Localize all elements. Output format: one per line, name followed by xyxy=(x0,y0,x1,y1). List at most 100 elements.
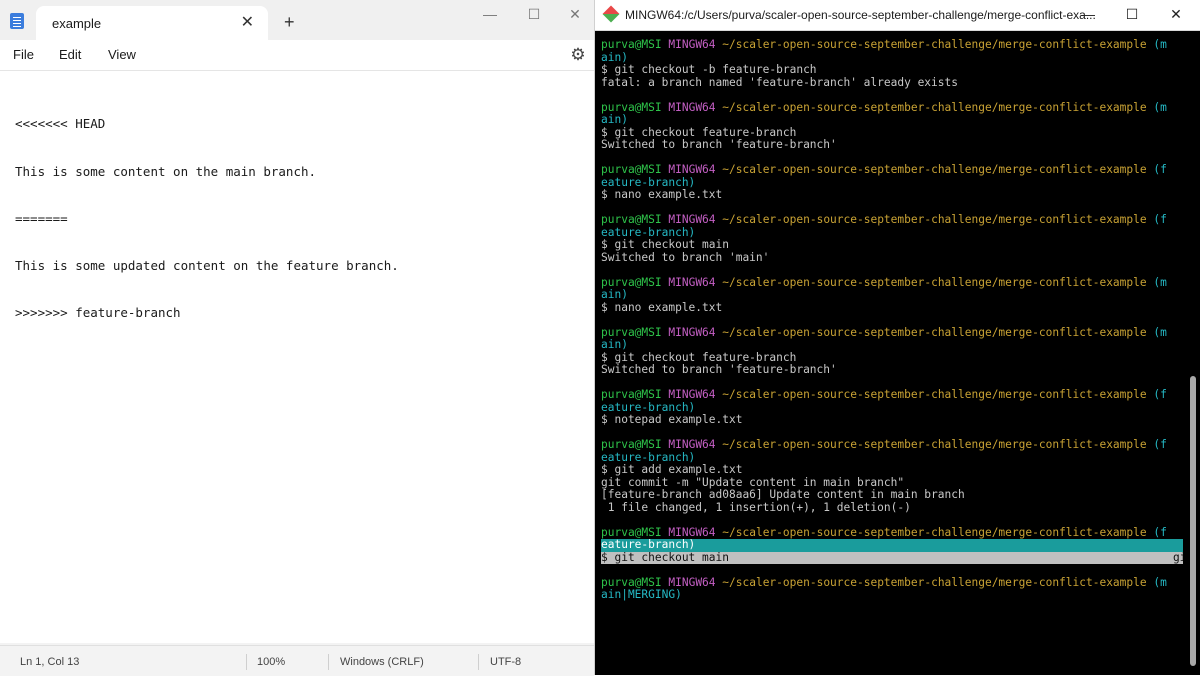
output-line: $ nano example.txt xyxy=(601,188,723,201)
prompt-path: ~/scaler-open-source-september-challenge… xyxy=(722,163,1147,176)
notepad-content[interactable]: <<<<<<< HEAD This is some content on the… xyxy=(15,85,399,352)
status-divider xyxy=(478,654,479,670)
prompt-env: MINGW64 xyxy=(668,388,716,401)
prompt-branch: eature-branch) xyxy=(601,450,696,464)
terminal-titlebar: MINGW64:/c/Users/purva/scaler-open-sourc… xyxy=(595,0,1200,31)
notepad-close-button[interactable]: ✕ xyxy=(558,6,592,26)
notepad-tab-title: example xyxy=(52,16,102,31)
prompt-user: purva@MSI xyxy=(601,38,662,51)
prompt-branch: ain) xyxy=(601,50,628,64)
prompt-path: ~/scaler-open-source-september-challenge… xyxy=(722,38,1147,51)
prompt-env: MINGW64 xyxy=(668,525,716,539)
prompt-branch: (m xyxy=(1153,275,1167,289)
notepad-maximize-button[interactable]: ☐ xyxy=(514,6,554,26)
output-line: $ git checkout main xyxy=(601,551,1173,564)
content-line: ======= xyxy=(15,210,68,226)
prompt-branch: (f xyxy=(1153,388,1167,401)
terminal-minimize-button[interactable]: — xyxy=(1071,6,1105,22)
prompt-branch-line: ain) xyxy=(601,338,1183,352)
prompt-branch: ain|MERGING) xyxy=(601,588,682,601)
notepad-editor[interactable]: <<<<<<< HEAD This is some content on the… xyxy=(0,71,594,643)
output-line: git merge feature-branch xyxy=(1173,551,1183,564)
notepad-menubar: File Edit View ⚙ xyxy=(0,40,594,71)
terminal-scrollbar[interactable] xyxy=(1183,31,1200,675)
output-line: $ nano example.txt xyxy=(601,300,723,314)
prompt-line: purva@MSI MINGW64 ~/scaler-open-source-s… xyxy=(601,100,1183,115)
prompt-path: ~/scaler-open-source-september-challenge… xyxy=(722,388,1147,401)
content-line: This is some updated content on the feat… xyxy=(15,257,399,273)
prompt-env: MINGW64 xyxy=(668,213,716,226)
content-line: <<<<<<< HEAD xyxy=(15,116,106,132)
close-tab-icon[interactable]: ✕ xyxy=(241,12,254,32)
terminal-window: MINGW64:/c/Users/purva/scaler-open-sourc… xyxy=(595,0,1200,675)
output-line: Switched to branch 'feature-branch' xyxy=(601,138,837,151)
prompt-branch: ain) xyxy=(601,338,628,351)
terminal-output[interactable]: purva@MSI MINGW64 ~/scaler-open-source-s… xyxy=(595,31,1183,675)
prompt-path: ~/scaler-open-source-september-challenge… xyxy=(722,275,1147,289)
prompt-env: MINGW64 xyxy=(668,275,716,289)
prompt-branch: (m xyxy=(1153,100,1167,114)
prompt-path: ~/scaler-open-source-september-challenge… xyxy=(722,213,1147,226)
terminal-text[interactable]: purva@MSI MINGW64 ~/scaler-open-source-s… xyxy=(601,38,1183,602)
prompt-branch: (f xyxy=(1153,213,1167,226)
notepad-minimize-button[interactable]: — xyxy=(470,6,510,26)
prompt-branch: ain) xyxy=(601,288,628,301)
prompt-path: ~/scaler-open-source-september-challenge… xyxy=(722,100,1147,114)
prompt-branch: eature-branch) xyxy=(601,225,696,239)
prompt-path: ~/scaler-open-source-september-challenge… xyxy=(722,325,1147,339)
output-line: $ git checkout main xyxy=(601,238,729,251)
prompt-line: purva@MSI MINGW64 ~/scaler-open-source-s… xyxy=(601,38,1183,52)
prompt-branch: ain) xyxy=(601,113,628,126)
output-line: Switched to branch 'feature-branch' xyxy=(601,363,837,376)
prompt-env: MINGW64 xyxy=(668,163,716,176)
prompt-user: purva@MSI xyxy=(601,575,662,589)
prompt-branch: (f xyxy=(1153,438,1167,451)
menu-view[interactable]: View xyxy=(108,47,136,62)
output-line: fatal: a branch named 'feature-branch' a… xyxy=(601,75,958,89)
content-line: >>>>>>> feature-branch xyxy=(15,304,181,320)
prompt-branch: eature-branch) xyxy=(601,175,696,189)
prompt-line: purva@MSI MINGW64 ~/scaler-open-source-s… xyxy=(601,325,1183,340)
git-bash-icon xyxy=(602,5,620,23)
notepad-statusbar: Ln 1, Col 13 100% Windows (CRLF) UTF-8 xyxy=(0,645,594,676)
prompt-branch: eature-branch) xyxy=(601,538,696,551)
prompt-path: ~/scaler-open-source-september-challenge… xyxy=(722,438,1147,451)
output-line: Switched to branch 'main' xyxy=(601,250,770,264)
notepad-window: example ✕ + — ☐ ✕ File Edit View ⚙ <<<<<… xyxy=(0,0,595,676)
prompt-branch: (m xyxy=(1153,325,1167,339)
terminal-close-button[interactable]: ✕ xyxy=(1159,6,1193,23)
prompt-user: purva@MSI xyxy=(601,275,662,289)
prompt-branch-line: eature-branch) xyxy=(601,538,1183,552)
menu-edit[interactable]: Edit xyxy=(59,47,81,62)
prompt-branch: (f xyxy=(1153,163,1167,176)
cursor-position: Ln 1, Col 13 xyxy=(20,656,80,668)
notepad-titlebar: example ✕ + — ☐ ✕ xyxy=(0,0,594,40)
encoding: UTF-8 xyxy=(490,656,522,668)
gear-icon[interactable]: ⚙ xyxy=(568,45,588,65)
notepad-tab[interactable]: example ✕ xyxy=(36,6,268,40)
prompt-user: purva@MSI xyxy=(601,388,662,401)
prompt-branch: (f xyxy=(1153,525,1167,539)
prompt-user: purva@MSI xyxy=(601,163,662,176)
status-divider xyxy=(328,654,329,670)
prompt-user: purva@MSI xyxy=(601,213,662,226)
prompt-line: purva@MSI MINGW64 ~/scaler-open-source-s… xyxy=(601,575,1183,590)
output-line: $ notepad example.txt xyxy=(601,413,743,426)
prompt-env: MINGW64 xyxy=(668,575,716,589)
menu-file[interactable]: File xyxy=(13,47,34,62)
output-line: [feature-branch ad08aa6] Update content … xyxy=(601,488,965,501)
prompt-user: purva@MSI xyxy=(601,100,662,114)
terminal-maximize-button[interactable]: ☐ xyxy=(1115,6,1149,23)
prompt-line: purva@MSI MINGW64 ~/scaler-open-source-s… xyxy=(601,275,1183,290)
prompt-branch: (m xyxy=(1153,575,1167,589)
output-line: $ git add example.txt xyxy=(601,463,743,476)
prompt-env: MINGW64 xyxy=(668,325,716,339)
content-line: This is some content on the main branch. xyxy=(15,163,317,179)
prompt-branch-line: ain|MERGING) xyxy=(601,588,1183,602)
scrollbar-thumb[interactable] xyxy=(1190,376,1196,666)
new-tab-button[interactable]: + xyxy=(284,12,295,33)
prompt-branch: (m xyxy=(1153,38,1167,51)
prompt-branch-line: ain) xyxy=(601,113,1183,127)
prompt-path: ~/scaler-open-source-september-challenge… xyxy=(722,525,1147,539)
prompt-user: purva@MSI xyxy=(601,325,662,339)
